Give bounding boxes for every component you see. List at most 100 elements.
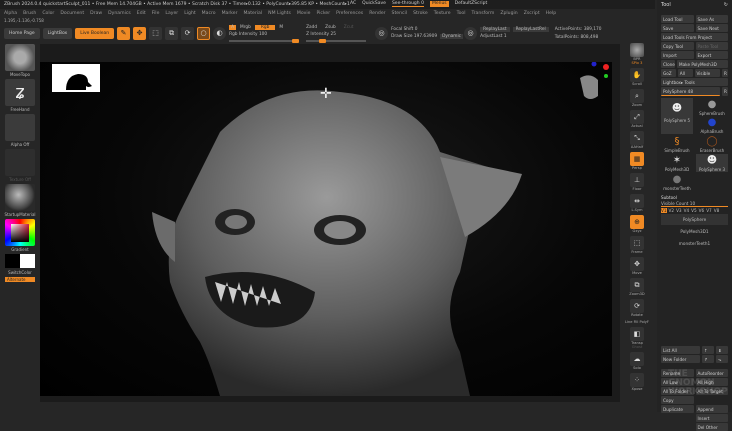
move-up-button[interactable]: ↑	[702, 346, 714, 354]
m-button[interactable]: M	[279, 25, 283, 30]
new-folder-button[interactable]: New Folder	[661, 355, 700, 363]
focal-icon[interactable]: ◎	[375, 26, 389, 40]
ghost-button[interactable]: Ghost	[622, 345, 652, 349]
persp-button[interactable]: ▦	[630, 152, 644, 166]
menu-transform[interactable]: Transform	[471, 11, 494, 16]
menu-layer[interactable]: Layer	[165, 11, 178, 16]
version-v6[interactable]: V6	[699, 208, 705, 213]
dynamic-button[interactable]: Dynamic	[440, 34, 464, 39]
edit-button[interactable]: ✎	[117, 26, 131, 40]
bpr-button[interactable]	[630, 43, 644, 57]
polyf-button[interactable]: Line Fill PolyF	[622, 320, 652, 324]
version-v1[interactable]: V1	[661, 208, 667, 213]
brush-thumbnail[interactable]	[5, 44, 35, 71]
menu-color[interactable]: Color	[42, 11, 54, 16]
zadd-button[interactable]: Zadd	[306, 25, 317, 30]
arrow-up-icon[interactable]: ↱	[702, 355, 714, 363]
rgb-intensity-slider[interactable]	[229, 38, 300, 43]
menu-zscript[interactable]: Zscript	[524, 11, 540, 16]
actual-button[interactable]: ⤢	[630, 110, 644, 124]
r-button[interactable]: R	[722, 69, 728, 77]
import-button[interactable]: Import	[661, 51, 694, 59]
menu-preferences[interactable]: Preferences	[336, 11, 363, 16]
home-page-button[interactable]: Home Page	[4, 27, 40, 39]
goz-button[interactable]: GoZ	[661, 69, 676, 77]
gxyz-button[interactable]: ⊕	[630, 215, 644, 229]
see-through-slider[interactable]: See-through 0	[391, 1, 424, 7]
rotate-button[interactable]: ⟳	[181, 26, 195, 40]
version-v3[interactable]: V3	[676, 208, 682, 213]
document-canvas[interactable]: ✛	[40, 61, 612, 396]
zoom-button[interactable]: ⌕	[630, 89, 644, 103]
transp-button[interactable]: ◧	[630, 327, 644, 341]
switch-color-button[interactable]: SwitchColor	[0, 270, 40, 275]
subtool-title[interactable]: Subtool	[661, 195, 728, 200]
a-button[interactable]: A	[229, 24, 237, 30]
menu-draw[interactable]: Draw	[90, 11, 102, 16]
color-picker[interactable]	[5, 219, 35, 246]
orientation-gizmo-head[interactable]	[580, 75, 598, 99]
move-view-button[interactable]: ✥	[630, 257, 644, 271]
menu-tool[interactable]: Tool	[457, 11, 466, 16]
material-sphere-icon[interactable]: ○	[197, 26, 211, 40]
menu-nm-lights[interactable]: NM Lights	[268, 11, 291, 16]
save-as-button[interactable]: Save As	[695, 15, 728, 23]
menu-stencil[interactable]: Stencil	[392, 11, 408, 16]
save-next-button[interactable]: Save Next	[695, 24, 728, 32]
alternate-button[interactable]: Alternate	[5, 277, 35, 282]
load-tools-from-project-button[interactable]: Load Tools From Project	[661, 33, 728, 41]
paste-tool-button[interactable]: Paste Tool	[695, 42, 728, 50]
menu-brush[interactable]: Brush	[23, 11, 36, 16]
spix-slider[interactable]: SPix 3	[622, 61, 652, 65]
xpose-button[interactable]: ⁘	[630, 373, 644, 387]
all-button[interactable]: All	[677, 69, 693, 77]
zcut-button[interactable]: Zcut	[344, 25, 354, 30]
scale-button[interactable]: ⧉	[165, 26, 179, 40]
tool-item[interactable]: ☻ PolySphere 5	[661, 98, 693, 134]
menu-marker[interactable]: Marker	[222, 11, 238, 16]
subtool-item[interactable]: PolySphere	[661, 214, 728, 225]
rgb-button[interactable]: Rgb	[254, 24, 276, 30]
replay-last-rel-button[interactable]: ReplayLastRel	[512, 27, 549, 32]
z-intensity-slider[interactable]	[306, 38, 367, 43]
list-all-button[interactable]: List All	[661, 346, 700, 354]
version-v4[interactable]: V4	[684, 208, 690, 213]
color-picker-icon[interactable]: ◐	[213, 26, 227, 40]
frame-button[interactable]: ⬚	[630, 236, 644, 250]
copy-tool-button[interactable]: Copy Tool	[661, 42, 694, 50]
menu-macro[interactable]: Macro	[202, 11, 216, 16]
menu-light[interactable]: Light	[184, 11, 195, 16]
draw-button[interactable]: ✥	[133, 26, 147, 40]
menu-texture[interactable]: Texture	[434, 11, 451, 16]
menu-alpha[interactable]: Alpha	[4, 11, 17, 16]
menu-help[interactable]: Help	[546, 11, 556, 16]
tool-item[interactable]: ● SphereBrush ● AlphaBrush	[696, 98, 728, 134]
menu-material[interactable]: Material	[243, 11, 262, 16]
visible-count-slider[interactable]: Visible Count 10	[661, 201, 728, 207]
export-button[interactable]: Export	[695, 51, 728, 59]
draw-size-label[interactable]: Draw Size 197.63909	[391, 34, 437, 39]
visible-button[interactable]: Visible	[694, 69, 720, 77]
version-v8[interactable]: V8	[714, 208, 720, 213]
zoom3d-button[interactable]: ⧉	[630, 278, 644, 292]
secondary-color-swatch[interactable]	[5, 254, 20, 268]
move-button[interactable]: ⬚	[149, 26, 163, 40]
polysphere-r-button[interactable]: R	[722, 87, 728, 96]
move-down-button[interactable]: ⬇	[716, 346, 728, 354]
replay-last-button[interactable]: ReplayLast	[480, 27, 510, 32]
default-zscript-button[interactable]: DefaultZScript	[455, 1, 488, 7]
live-boolean-button[interactable]: Live Boolean	[75, 27, 115, 39]
load-tool-button[interactable]: Load Tool	[661, 15, 694, 23]
menu-zplugin[interactable]: Zplugin	[500, 11, 517, 16]
focal-shift-label[interactable]: Focal Shift 0	[391, 27, 461, 32]
subtool-item[interactable]: PolyMesh3D1	[661, 226, 728, 237]
palette-options-icon[interactable]: ↻	[724, 2, 728, 8]
adjust-last-slider[interactable]: AdjustLast 1	[480, 34, 549, 39]
menu-stroke[interactable]: Stroke	[413, 11, 428, 16]
arrow-down-icon[interactable]: ⬎	[716, 355, 728, 363]
lightbox-tools-button[interactable]: Lightbox▸ Tools	[661, 78, 728, 86]
tool-item[interactable]: § SimpleBrush	[661, 135, 693, 153]
copy-subtool-button[interactable]: Copy	[661, 396, 694, 404]
menu-document[interactable]: Document	[60, 11, 84, 16]
clone-button[interactable]: Clone	[661, 60, 675, 68]
